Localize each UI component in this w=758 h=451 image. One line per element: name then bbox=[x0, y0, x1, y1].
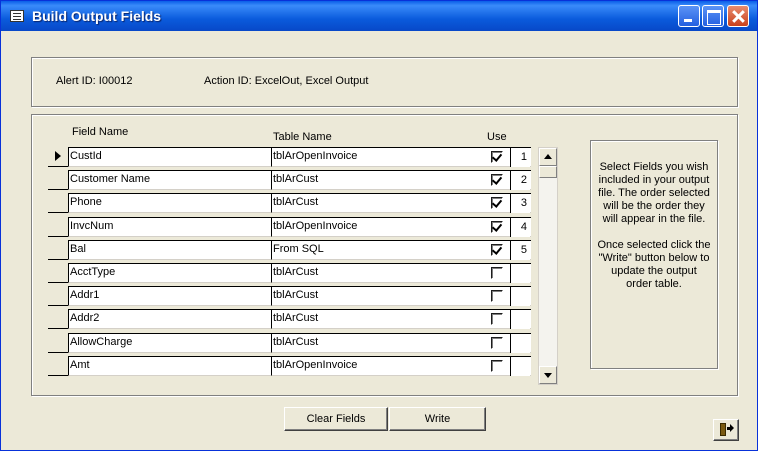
order-number-cell[interactable] bbox=[510, 333, 530, 353]
field-row[interactable]: Bal From SQL 5 bbox=[48, 240, 536, 260]
close-button[interactable] bbox=[727, 5, 749, 27]
field-row[interactable]: Addr2 tblArCust bbox=[48, 309, 536, 329]
field-row[interactable]: AllowCharge tblArCust bbox=[48, 333, 536, 353]
use-checkbox[interactable] bbox=[491, 244, 503, 256]
title-bar[interactable]: Build Output Fields bbox=[1, 1, 757, 31]
field-list-scrollbar[interactable] bbox=[538, 147, 558, 385]
header-panel: Alert ID: I00012 Action ID: ExcelOut, Ex… bbox=[31, 57, 738, 107]
use-checkbox[interactable] bbox=[491, 267, 503, 279]
exit-button[interactable] bbox=[713, 419, 739, 441]
scroll-thumb[interactable] bbox=[539, 166, 557, 178]
field-row[interactable]: Phone tblArCust 3 bbox=[48, 193, 536, 213]
order-number-cell[interactable] bbox=[510, 356, 530, 376]
maximize-button[interactable] bbox=[702, 5, 724, 27]
order-number-cell[interactable]: 4 bbox=[510, 217, 530, 237]
record-selector[interactable] bbox=[48, 263, 68, 283]
order-number-cell[interactable]: 5 bbox=[510, 240, 530, 260]
action-id-label: Action ID: ExcelOut, Excel Output bbox=[204, 75, 369, 87]
use-checkbox[interactable] bbox=[491, 290, 503, 302]
use-checkbox[interactable] bbox=[491, 221, 503, 233]
form-icon[interactable] bbox=[10, 10, 24, 22]
record-selector[interactable] bbox=[48, 309, 68, 329]
record-selector[interactable] bbox=[48, 356, 68, 376]
help-text-box: Select Fields you wish included in your … bbox=[590, 140, 718, 369]
use-checkbox[interactable] bbox=[491, 313, 503, 325]
field-row[interactable]: Addr1 tblArCust bbox=[48, 286, 536, 306]
field-row[interactable]: CustId tblArOpenInvoice 1 bbox=[48, 147, 536, 167]
help-text-write: Once selected click the "Write" button b… bbox=[597, 239, 711, 290]
use-checkbox[interactable] bbox=[491, 197, 503, 209]
record-selector[interactable] bbox=[48, 170, 68, 190]
scroll-up-arrow-icon[interactable] bbox=[539, 148, 557, 166]
help-text-instructions: Select Fields you wish included in your … bbox=[598, 161, 710, 225]
record-selector[interactable] bbox=[48, 240, 68, 260]
record-selector[interactable] bbox=[48, 217, 68, 237]
field-row[interactable]: Amt tblArOpenInvoice bbox=[48, 356, 536, 376]
build-output-fields-window: Build Output Fields Alert ID: I00012 Act… bbox=[0, 0, 758, 451]
use-checkbox[interactable] bbox=[491, 360, 503, 372]
order-number-cell[interactable]: 3 bbox=[510, 193, 530, 213]
scroll-down-arrow-icon[interactable] bbox=[539, 366, 557, 384]
write-button[interactable]: Write bbox=[389, 407, 486, 431]
record-selector[interactable] bbox=[48, 333, 68, 353]
order-number-cell[interactable]: 2 bbox=[510, 170, 530, 190]
use-checkbox[interactable] bbox=[491, 337, 503, 349]
exit-door-icon bbox=[720, 423, 734, 436]
use-header: Use bbox=[487, 131, 507, 143]
field-row[interactable]: InvcNum tblArOpenInvoice 4 bbox=[48, 217, 536, 237]
field-name-header: Field Name bbox=[72, 126, 129, 138]
minimize-button[interactable] bbox=[678, 5, 700, 27]
order-number-cell[interactable] bbox=[510, 286, 530, 306]
order-number-cell[interactable] bbox=[510, 309, 530, 329]
window-title: Build Output Fields bbox=[32, 8, 162, 24]
record-selector[interactable] bbox=[48, 286, 68, 306]
table-name-header: Table Name bbox=[273, 131, 332, 143]
order-number-cell[interactable] bbox=[510, 263, 530, 283]
clear-fields-button[interactable]: Clear Fields bbox=[284, 407, 388, 431]
field-row[interactable]: Customer Name tblArCust 2 bbox=[48, 170, 536, 190]
alert-id-label: Alert ID: I00012 bbox=[56, 75, 133, 87]
record-selector[interactable] bbox=[48, 147, 68, 167]
field-row[interactable]: AcctType tblArCust bbox=[48, 263, 536, 283]
use-checkbox[interactable] bbox=[491, 174, 503, 186]
record-selector[interactable] bbox=[48, 193, 68, 213]
use-checkbox[interactable] bbox=[491, 151, 503, 163]
order-number-cell[interactable]: 1 bbox=[510, 147, 530, 167]
